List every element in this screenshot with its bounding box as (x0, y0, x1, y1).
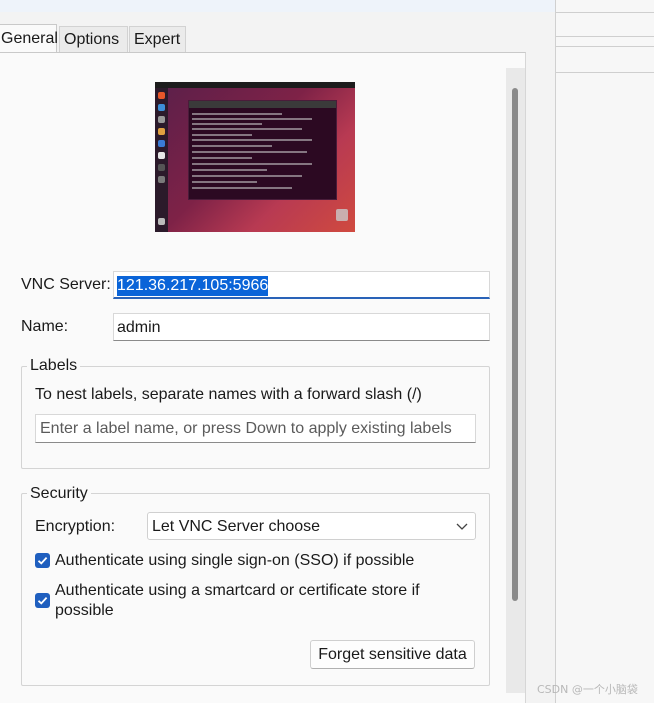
background-divider (556, 72, 654, 73)
tab-options[interactable]: Options (59, 26, 128, 52)
sso-label[interactable]: Authenticate using single sign-on (SSO) … (55, 551, 414, 571)
sso-checkbox[interactable] (35, 553, 50, 568)
dialog-titlebar (0, 0, 556, 12)
background-divider (556, 36, 654, 37)
vnc-server-value: 121.36.217.105:5966 (117, 276, 269, 296)
name-value: admin (117, 319, 161, 336)
tab-general[interactable]: General (0, 24, 58, 52)
vnc-server-label: VNC Server: (21, 276, 111, 293)
tab-expert[interactable]: Expert (129, 26, 186, 52)
background-window (556, 0, 654, 703)
encryption-value: Let VNC Server choose (152, 518, 321, 535)
scrollbar-thumb[interactable] (512, 88, 518, 601)
labels-group-title: Labels (27, 356, 81, 376)
name-input[interactable]: admin (113, 313, 490, 341)
encryption-select[interactable]: Let VNC Server choose (147, 512, 476, 540)
forget-sensitive-data-button[interactable]: Forget sensitive data (310, 640, 475, 669)
checkmark-icon (37, 556, 48, 565)
smartcard-label-line2[interactable]: possible (55, 601, 114, 621)
checkmark-icon (37, 596, 48, 605)
desktop-preview-thumbnail (155, 82, 355, 232)
background-divider (556, 46, 654, 47)
name-label: Name: (21, 318, 69, 335)
security-group-title: Security (27, 484, 91, 504)
smartcard-checkbox[interactable] (35, 593, 50, 608)
chevron-down-icon (455, 519, 469, 533)
smartcard-label-line1[interactable]: Authenticate using a smartcard or certif… (55, 581, 420, 601)
encryption-label: Encryption: (35, 518, 116, 535)
labels-hint: To nest labels, separate names with a fo… (35, 386, 422, 403)
label-input[interactable] (35, 414, 476, 443)
vnc-server-input[interactable]: 121.36.217.105:5966 (113, 271, 490, 299)
background-divider (556, 12, 654, 13)
watermark: CSDN @一个小脑袋 (537, 683, 638, 696)
